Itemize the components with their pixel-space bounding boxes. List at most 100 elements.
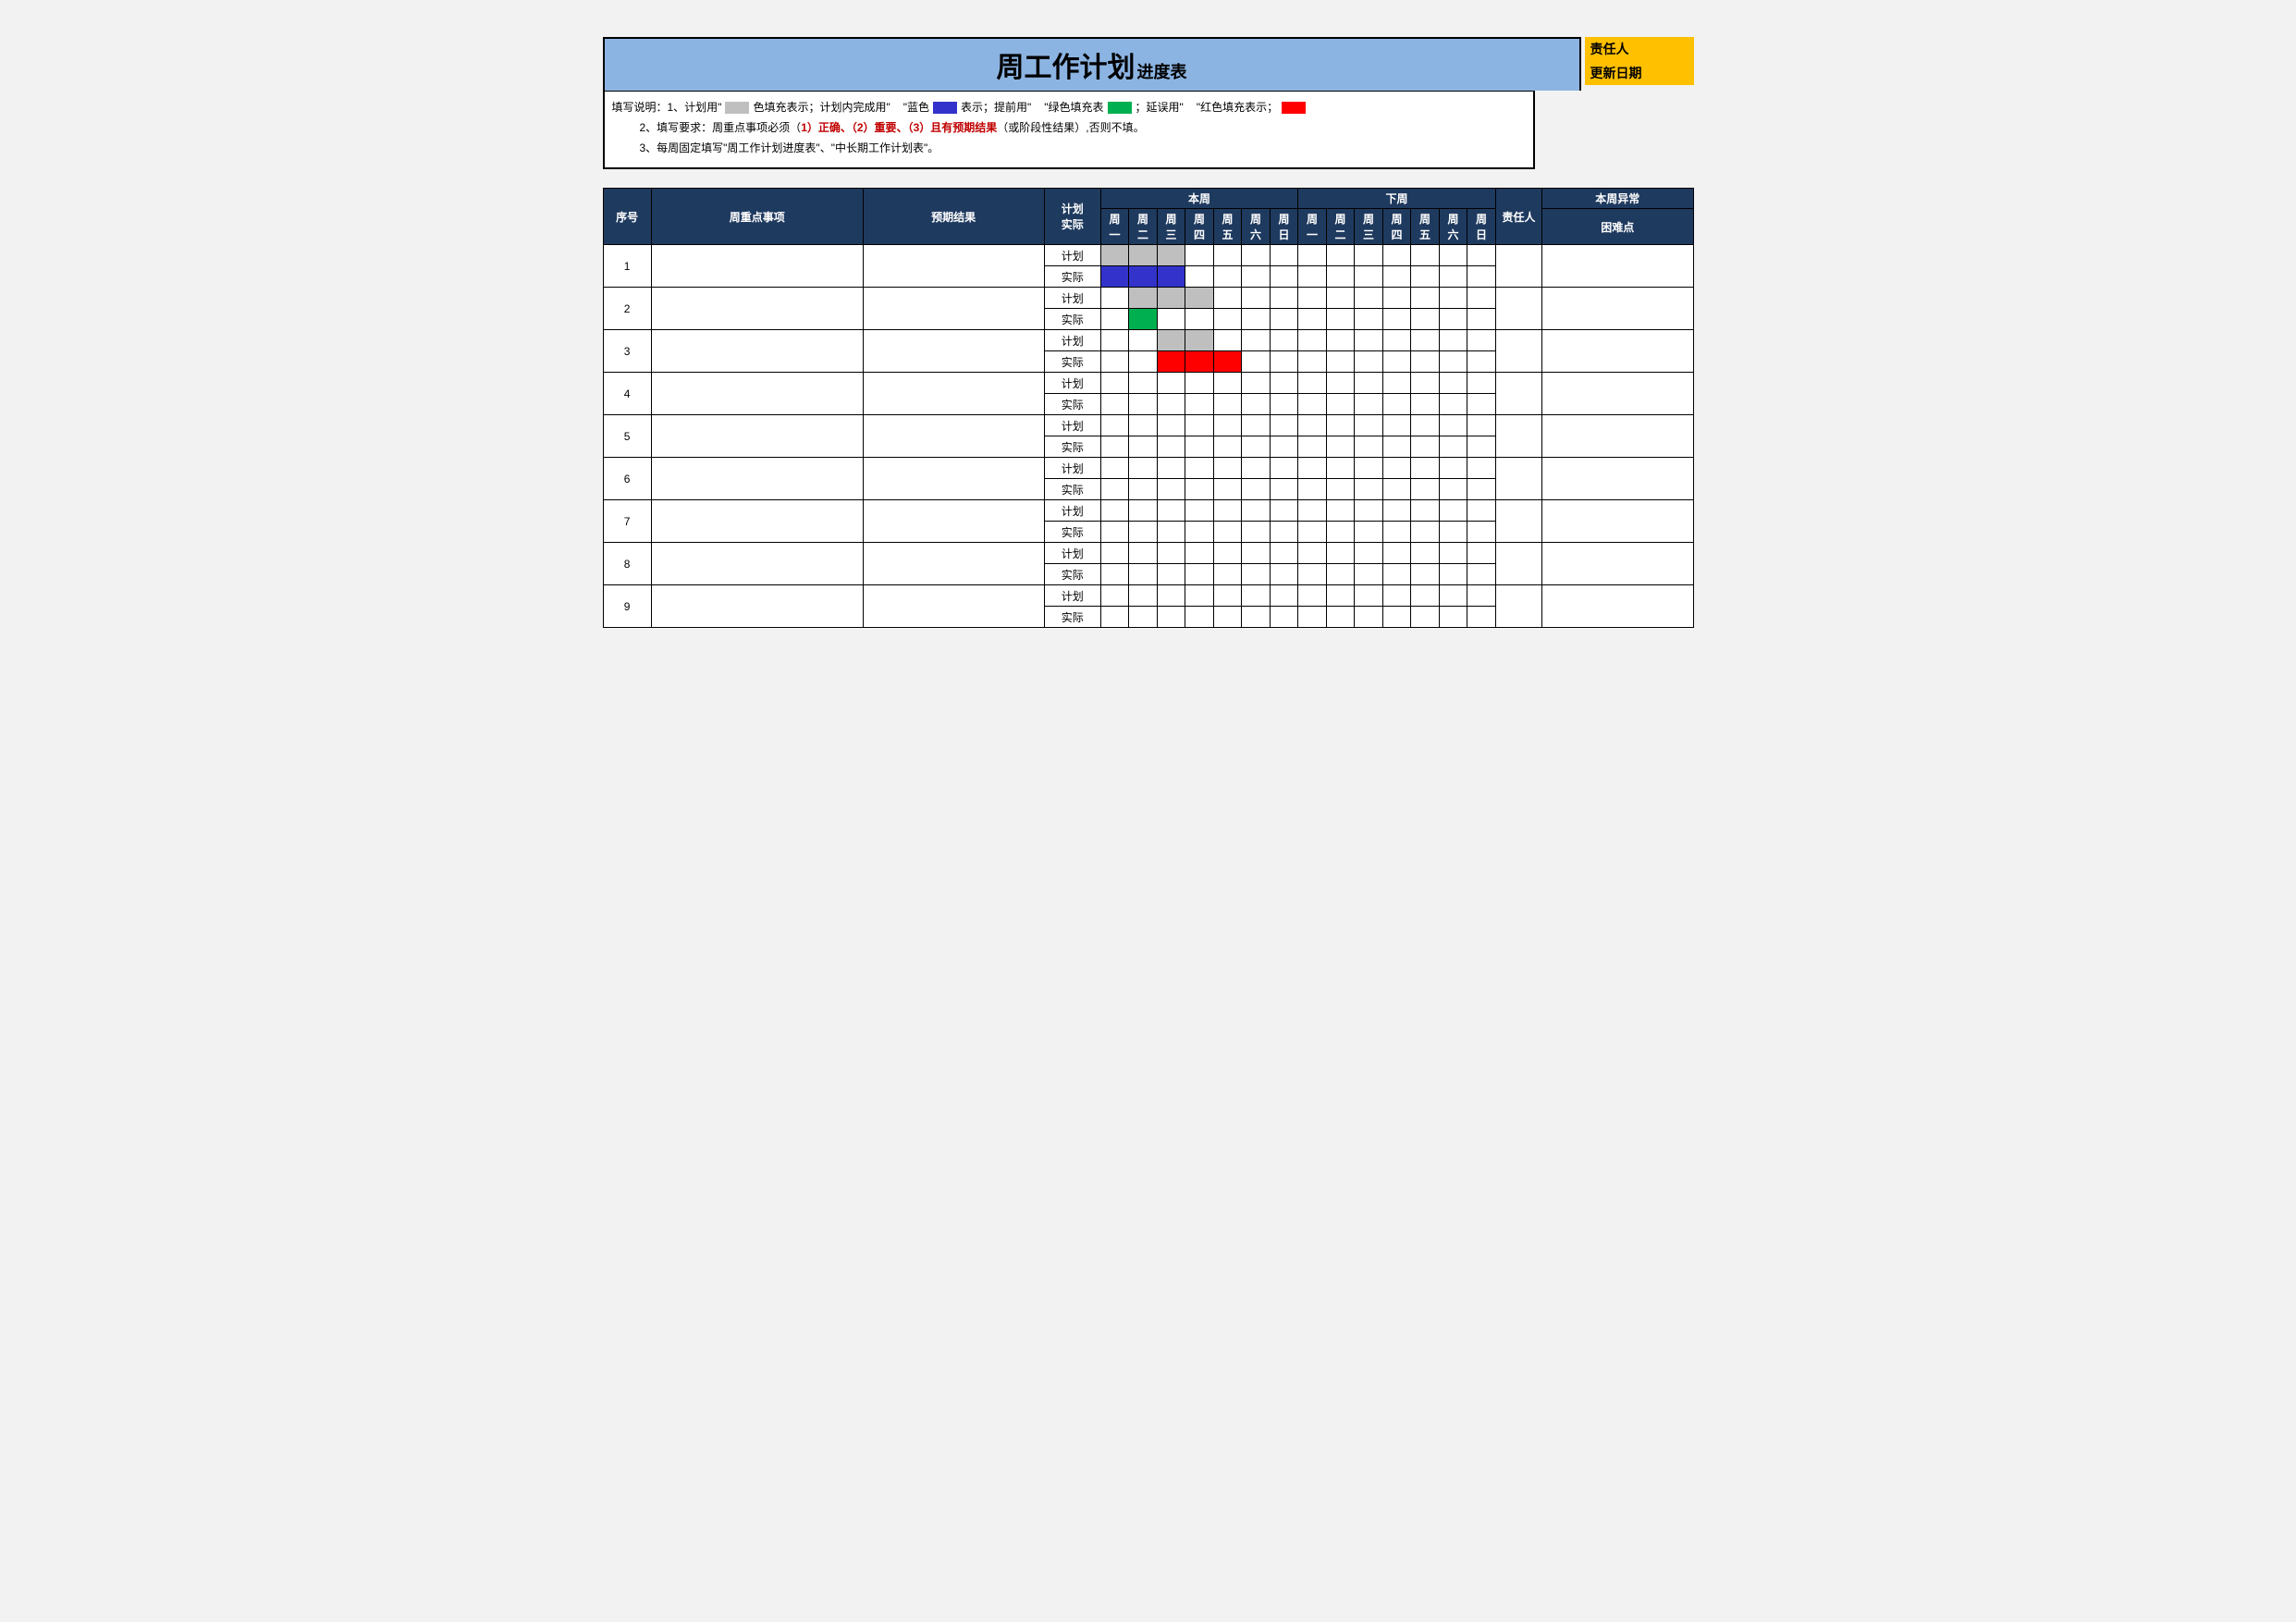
cell-day[interactable] — [1355, 522, 1383, 543]
cell-day[interactable] — [1213, 415, 1242, 436]
cell-day[interactable] — [1185, 309, 1214, 330]
cell-day[interactable] — [1213, 543, 1242, 564]
cell-expect[interactable] — [863, 288, 1044, 330]
cell-day[interactable] — [1129, 373, 1158, 394]
cell-day[interactable] — [1185, 415, 1214, 436]
cell-day[interactable] — [1326, 479, 1355, 500]
cell-owner[interactable] — [1495, 245, 1541, 288]
cell-day[interactable] — [1326, 309, 1355, 330]
cell-day[interactable] — [1467, 309, 1496, 330]
cell-day[interactable] — [1213, 330, 1242, 351]
cell-day[interactable] — [1326, 607, 1355, 628]
cell-day[interactable] — [1467, 543, 1496, 564]
cell-day[interactable] — [1157, 415, 1185, 436]
cell-day[interactable] — [1100, 607, 1129, 628]
cell-day[interactable] — [1355, 309, 1383, 330]
cell-day[interactable] — [1157, 500, 1185, 522]
cell-day[interactable] — [1242, 458, 1271, 479]
cell-day[interactable] — [1326, 245, 1355, 266]
cell-day[interactable] — [1213, 351, 1242, 373]
cell-day[interactable] — [1467, 607, 1496, 628]
cell-day[interactable] — [1382, 266, 1411, 288]
cell-day[interactable] — [1467, 479, 1496, 500]
cell-owner[interactable] — [1495, 288, 1541, 330]
cell-day[interactable] — [1185, 373, 1214, 394]
cell-day[interactable] — [1298, 607, 1327, 628]
cell-abnormal[interactable] — [1541, 288, 1693, 330]
cell-day[interactable] — [1213, 245, 1242, 266]
cell-day[interactable] — [1411, 607, 1440, 628]
cell-day[interactable] — [1270, 245, 1298, 266]
cell-owner[interactable] — [1495, 585, 1541, 628]
cell-day[interactable] — [1411, 458, 1440, 479]
cell-day[interactable] — [1129, 330, 1158, 351]
cell-day[interactable] — [1411, 309, 1440, 330]
cell-day[interactable] — [1326, 373, 1355, 394]
cell-abnormal[interactable] — [1541, 543, 1693, 585]
cell-day[interactable] — [1382, 394, 1411, 415]
cell-day[interactable] — [1411, 373, 1440, 394]
cell-day[interactable] — [1298, 415, 1327, 436]
cell-day[interactable] — [1467, 373, 1496, 394]
cell-item[interactable] — [651, 415, 863, 458]
cell-day[interactable] — [1467, 415, 1496, 436]
cell-day[interactable] — [1157, 607, 1185, 628]
cell-item[interactable] — [651, 330, 863, 373]
cell-day[interactable] — [1298, 522, 1327, 543]
cell-owner[interactable] — [1495, 500, 1541, 543]
cell-day[interactable] — [1129, 309, 1158, 330]
cell-day[interactable] — [1270, 330, 1298, 351]
cell-day[interactable] — [1100, 288, 1129, 309]
cell-day[interactable] — [1411, 522, 1440, 543]
cell-day[interactable] — [1382, 543, 1411, 564]
cell-day[interactable] — [1382, 500, 1411, 522]
cell-day[interactable] — [1439, 585, 1467, 607]
cell-day[interactable] — [1326, 415, 1355, 436]
cell-day[interactable] — [1185, 394, 1214, 415]
cell-day[interactable] — [1382, 522, 1411, 543]
cell-day[interactable] — [1467, 500, 1496, 522]
cell-day[interactable] — [1185, 585, 1214, 607]
cell-day[interactable] — [1355, 458, 1383, 479]
cell-day[interactable] — [1355, 585, 1383, 607]
cell-day[interactable] — [1100, 245, 1129, 266]
cell-day[interactable] — [1326, 266, 1355, 288]
cell-day[interactable] — [1157, 458, 1185, 479]
cell-day[interactable] — [1213, 458, 1242, 479]
cell-day[interactable] — [1298, 245, 1327, 266]
cell-day[interactable] — [1100, 543, 1129, 564]
cell-abnormal[interactable] — [1541, 585, 1693, 628]
cell-day[interactable] — [1185, 436, 1214, 458]
cell-day[interactable] — [1439, 522, 1467, 543]
cell-day[interactable] — [1355, 415, 1383, 436]
cell-day[interactable] — [1355, 543, 1383, 564]
cell-owner[interactable] — [1495, 330, 1541, 373]
cell-day[interactable] — [1157, 288, 1185, 309]
cell-day[interactable] — [1270, 351, 1298, 373]
cell-day[interactable] — [1355, 266, 1383, 288]
cell-day[interactable] — [1213, 585, 1242, 607]
cell-expect[interactable] — [863, 245, 1044, 288]
cell-day[interactable] — [1213, 500, 1242, 522]
cell-day[interactable] — [1185, 522, 1214, 543]
cell-day[interactable] — [1270, 458, 1298, 479]
cell-day[interactable] — [1467, 436, 1496, 458]
cell-abnormal[interactable] — [1541, 330, 1693, 373]
cell-day[interactable] — [1100, 458, 1129, 479]
cell-day[interactable] — [1439, 564, 1467, 585]
cell-day[interactable] — [1298, 564, 1327, 585]
cell-expect[interactable] — [863, 500, 1044, 543]
cell-day[interactable] — [1411, 479, 1440, 500]
cell-day[interactable] — [1242, 330, 1271, 351]
cell-day[interactable] — [1355, 330, 1383, 351]
cell-day[interactable] — [1213, 564, 1242, 585]
cell-day[interactable] — [1326, 330, 1355, 351]
cell-day[interactable] — [1213, 373, 1242, 394]
cell-day[interactable] — [1157, 351, 1185, 373]
cell-day[interactable] — [1242, 415, 1271, 436]
cell-day[interactable] — [1129, 607, 1158, 628]
cell-day[interactable] — [1185, 564, 1214, 585]
cell-day[interactable] — [1100, 415, 1129, 436]
cell-day[interactable] — [1326, 522, 1355, 543]
cell-day[interactable] — [1270, 415, 1298, 436]
